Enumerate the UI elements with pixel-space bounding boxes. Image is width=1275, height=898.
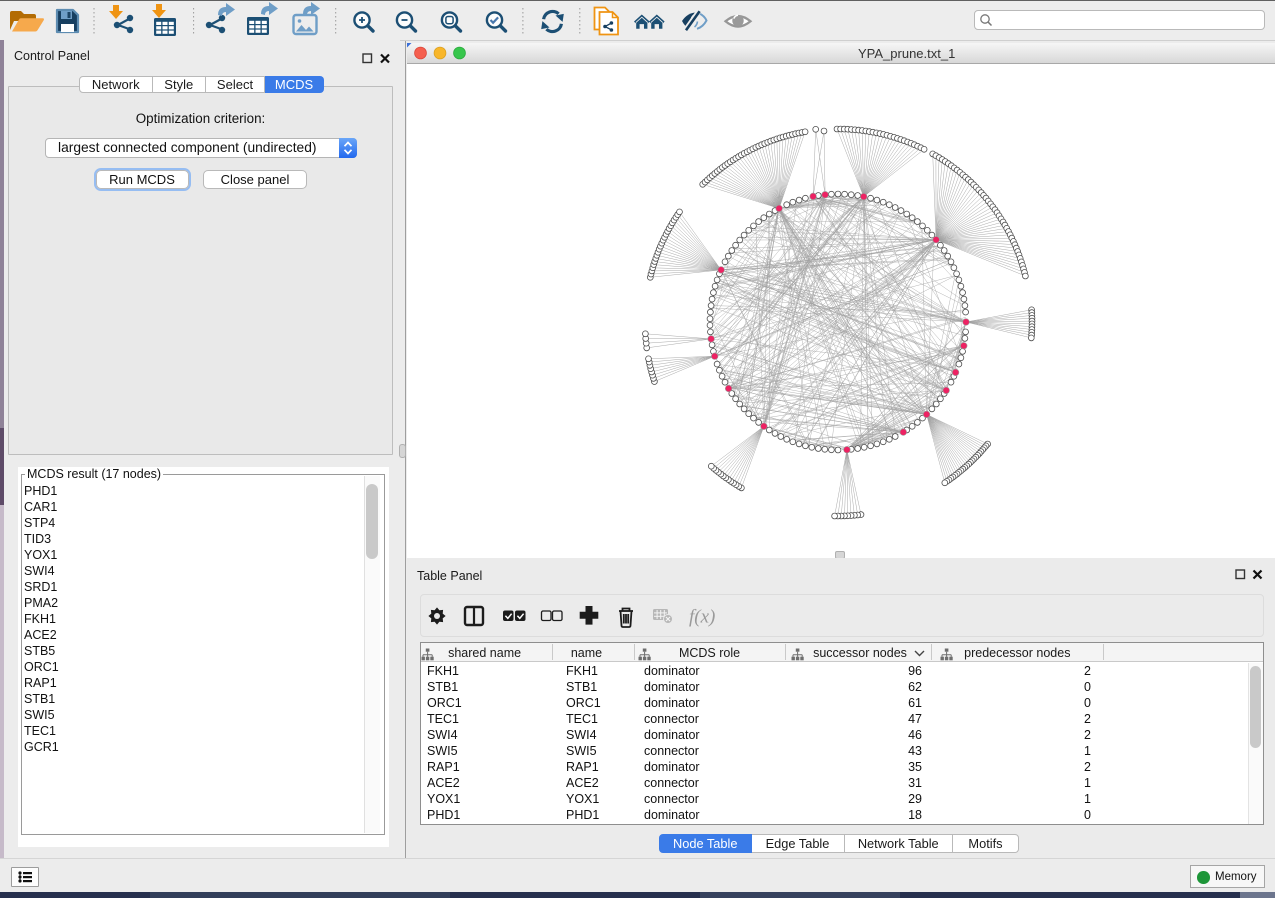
svg-text:f(x): f(x) xyxy=(689,607,715,628)
